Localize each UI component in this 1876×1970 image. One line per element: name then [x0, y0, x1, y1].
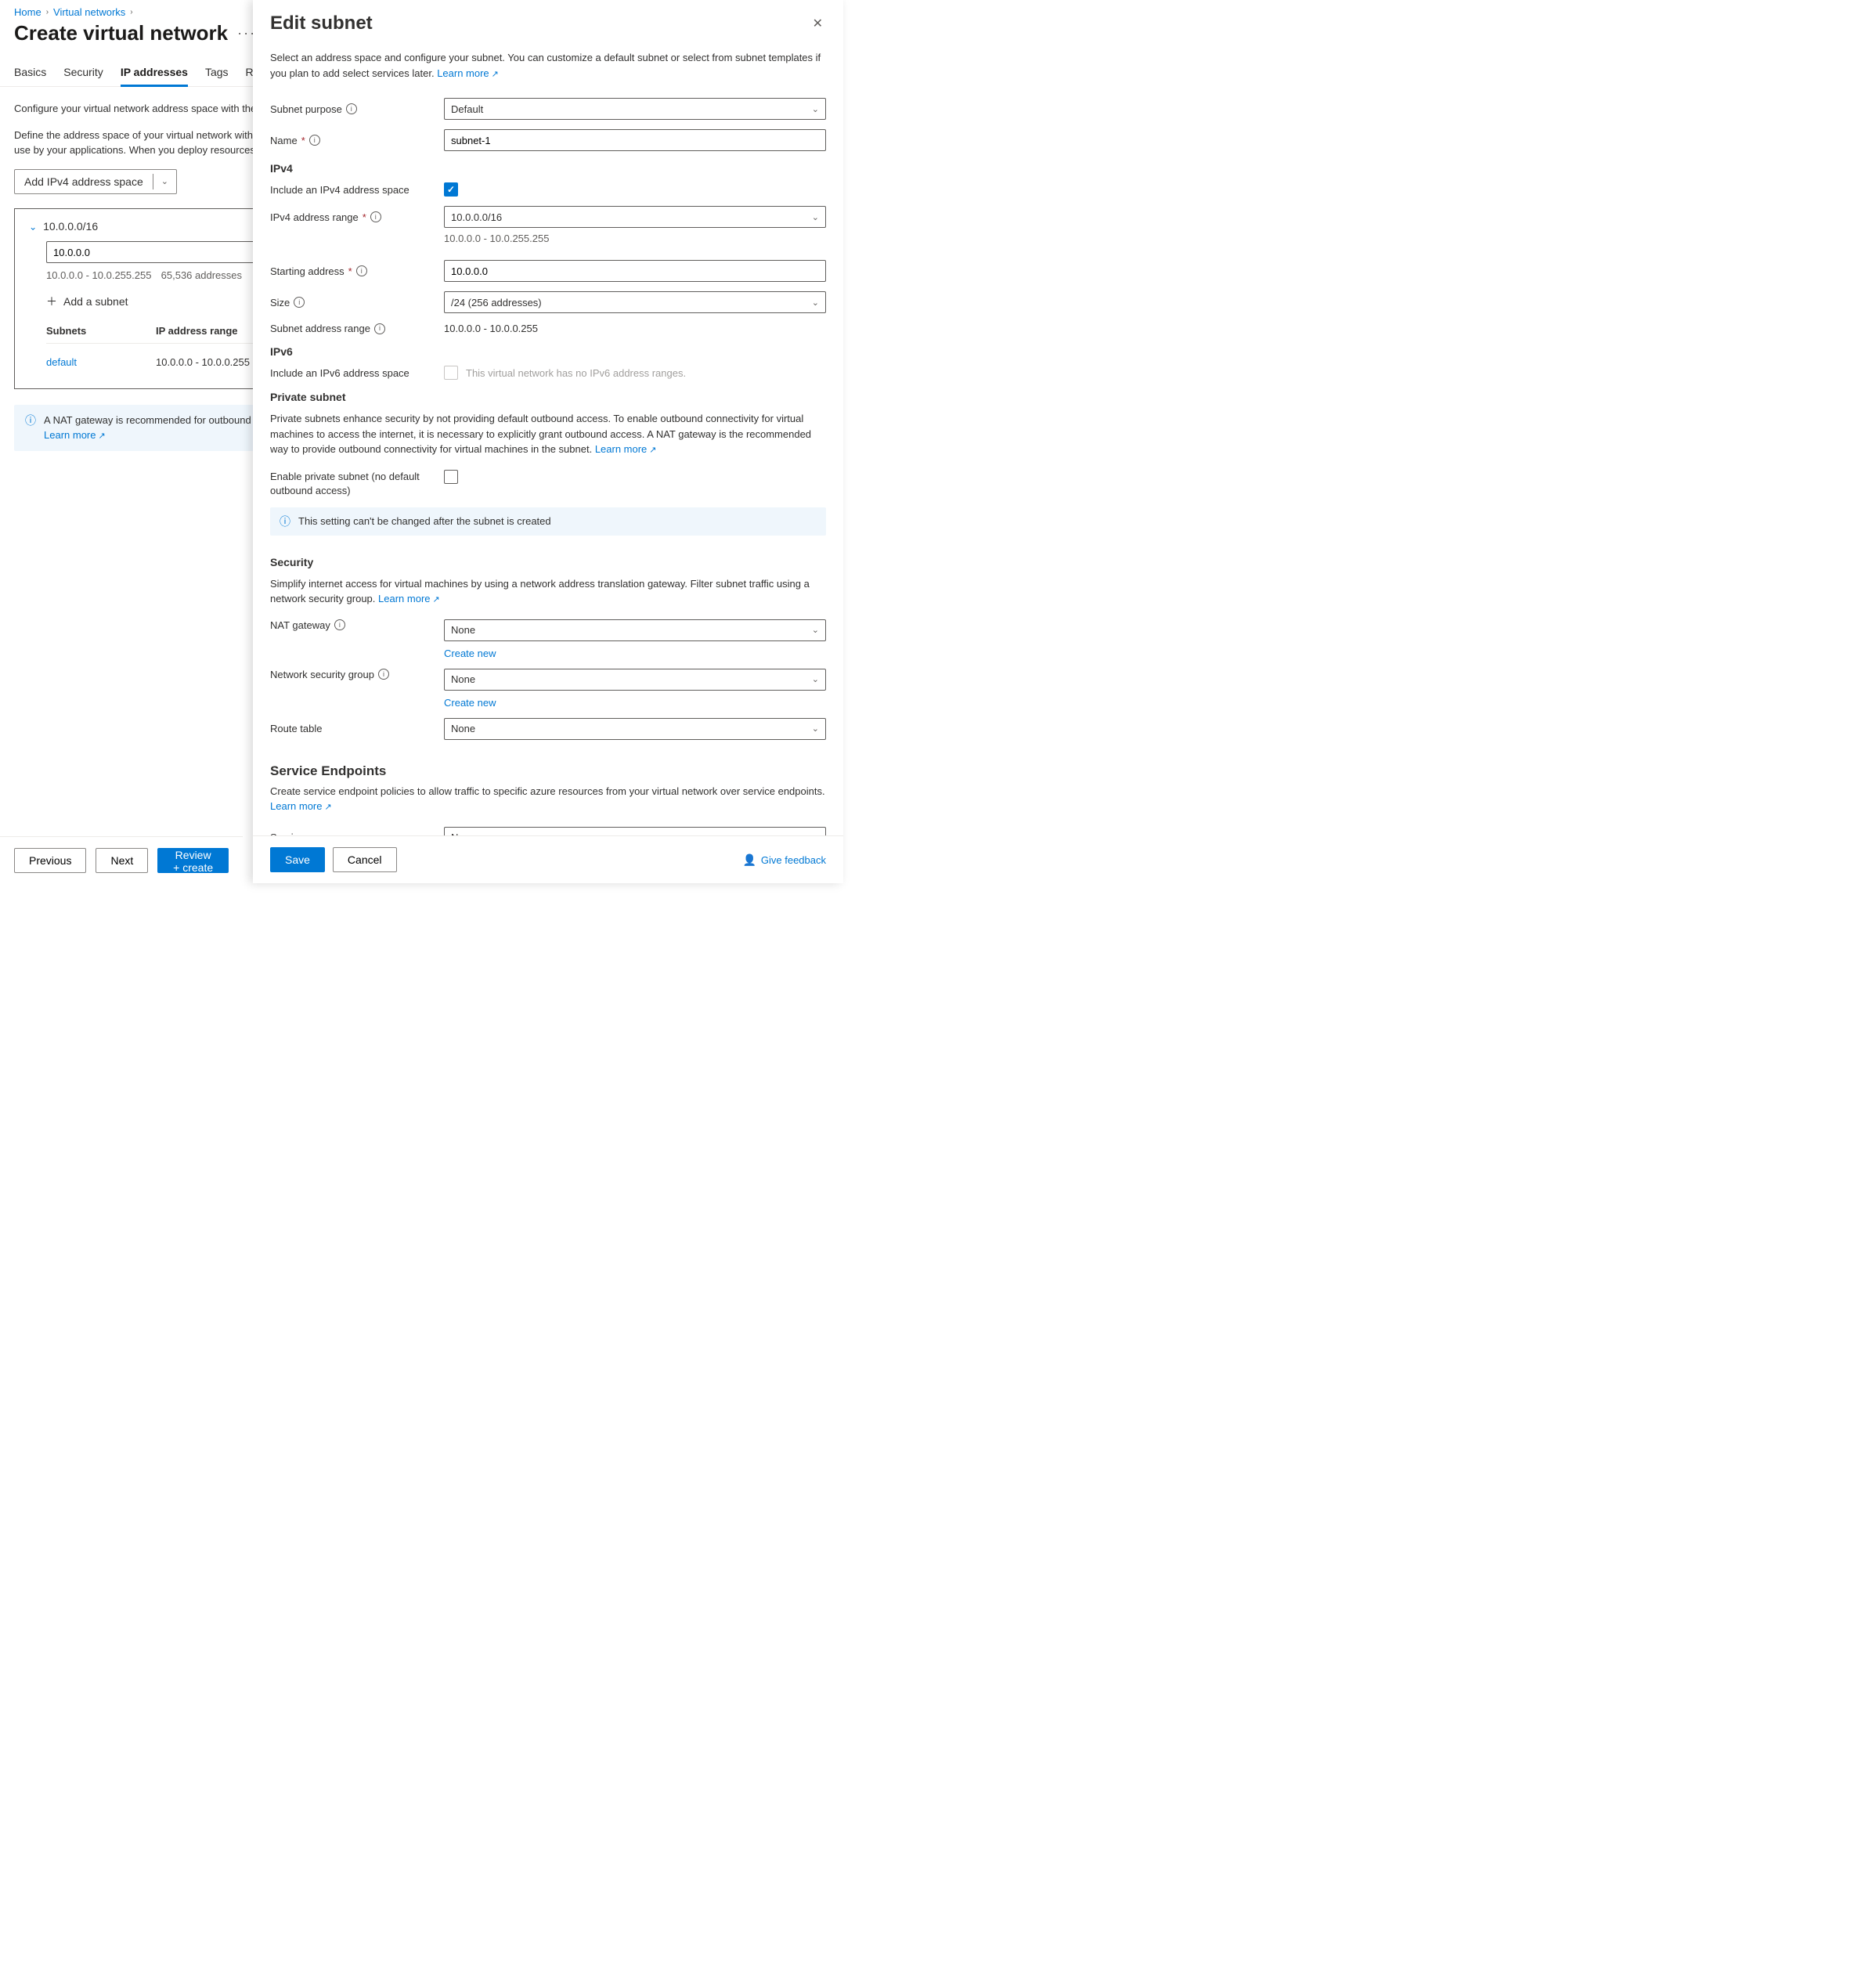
next-button[interactable]: Next: [96, 848, 148, 873]
endpoints-heading: Service Endpoints: [270, 763, 826, 779]
add-ipv4-button[interactable]: Add IPv4 address space ⌄: [14, 169, 177, 194]
save-button[interactable]: Save: [270, 847, 325, 872]
chevron-down-icon: ⌄: [812, 674, 819, 684]
tab-ip-addresses[interactable]: IP addresses: [121, 60, 188, 86]
info-icon[interactable]: i: [378, 669, 389, 680]
tab-basics[interactable]: Basics: [14, 60, 46, 86]
label-route-table: Route table: [270, 723, 435, 734]
add-subnet-label: Add a subnet: [63, 295, 128, 308]
endpoints-learn-more-link[interactable]: Learn more: [270, 800, 332, 812]
subnet-range-value: 10.0.0.0 - 10.0.0.255: [444, 323, 826, 334]
previous-button[interactable]: Previous: [14, 848, 86, 873]
address-space-title: 10.0.0.0/16: [43, 220, 98, 233]
review-create-button[interactable]: Review + create: [157, 848, 229, 873]
panel-intro: Select an address space and configure yo…: [270, 50, 826, 81]
ip-count-text: 65,536 addresses: [161, 269, 242, 281]
th-subnets: Subnets: [46, 325, 156, 337]
panel-title: Edit subnet: [270, 13, 373, 34]
info-icon: ⓘ: [280, 514, 290, 529]
label-nsg: Network security group: [270, 669, 374, 680]
label-ipv4-range: IPv4 address range: [270, 211, 359, 223]
feedback-icon: 👤: [742, 853, 756, 867]
ipv4-range-helper: 10.0.0.0 - 10.0.255.255: [444, 233, 826, 244]
ipv4-heading: IPv4: [270, 162, 826, 175]
label-enable-private: Enable private subnet (no default outbou…: [270, 470, 435, 498]
page-title: Create virtual network: [14, 21, 228, 45]
info-icon[interactable]: i: [374, 323, 385, 334]
chevron-down-icon: ⌄: [812, 104, 819, 114]
size-select[interactable]: /24 (256 addresses)⌄: [444, 291, 826, 313]
info-icon[interactable]: i: [334, 619, 345, 630]
security-heading: Security: [270, 556, 826, 568]
services-select[interactable]: None⌄: [444, 827, 826, 835]
info-icon[interactable]: i: [370, 211, 381, 222]
subnet-purpose-select[interactable]: Default⌄: [444, 98, 826, 120]
close-icon[interactable]: ✕: [810, 13, 826, 34]
private-banner-text: This setting can't be changed after the …: [298, 515, 551, 527]
tab-tags[interactable]: Tags: [205, 60, 229, 86]
chevron-down-icon: ⌄: [812, 212, 819, 222]
ipv6-disabled-text: This virtual network has no IPv6 address…: [466, 367, 686, 379]
private-learn-more-link[interactable]: Learn more: [595, 443, 657, 455]
info-icon[interactable]: i: [309, 135, 320, 146]
chevron-right-icon: ›: [46, 8, 49, 16]
info-icon: ⓘ: [25, 413, 36, 429]
label-nat-gateway: NAT gateway: [270, 619, 330, 631]
ipv6-heading: IPv6: [270, 345, 826, 358]
plus-icon: ＋: [46, 294, 57, 309]
private-subnet-heading: Private subnet: [270, 391, 826, 403]
breadcrumb-home[interactable]: Home: [14, 6, 41, 18]
private-subnet-desc: Private subnets enhance security by not …: [270, 411, 826, 457]
info-icon[interactable]: i: [346, 103, 357, 114]
route-table-select[interactable]: None⌄: [444, 718, 826, 740]
chevron-down-icon: ⌄: [812, 723, 819, 734]
nat-gateway-select[interactable]: None⌄: [444, 619, 826, 641]
security-learn-more-link[interactable]: Learn more: [378, 593, 440, 604]
nat-create-new-link[interactable]: Create new: [444, 648, 826, 659]
tab-security[interactable]: Security: [63, 60, 103, 86]
nsg-create-new-link[interactable]: Create new: [444, 697, 826, 709]
nat-learn-more-link[interactable]: Learn more: [44, 429, 106, 441]
chevron-up-icon[interactable]: ⌃: [29, 221, 37, 232]
enable-private-checkbox[interactable]: [444, 470, 458, 484]
panel-footer: Save Cancel 👤 Give feedback: [253, 835, 843, 883]
label-size: Size: [270, 297, 290, 308]
feedback-label: Give feedback: [761, 854, 826, 866]
label-starting-address: Starting address: [270, 265, 345, 277]
chevron-down-icon: ⌄: [812, 298, 819, 308]
add-ipv4-label: Add IPv4 address space: [15, 175, 153, 188]
label-include-ipv4: Include an IPv4 address space: [270, 184, 435, 196]
label-name: Name: [270, 135, 298, 146]
info-icon[interactable]: i: [294, 297, 305, 308]
info-icon[interactable]: i: [356, 265, 367, 276]
chevron-down-icon: ⌄: [812, 625, 819, 635]
include-ipv4-checkbox[interactable]: [444, 182, 458, 197]
label-subnet-range: Subnet address range: [270, 323, 370, 334]
security-desc: Simplify internet access for virtual mac…: [270, 576, 826, 607]
nsg-select[interactable]: None⌄: [444, 669, 826, 691]
starting-address-input[interactable]: [444, 260, 826, 282]
label-include-ipv6: Include an IPv6 address space: [270, 367, 435, 379]
ip-range-text: 10.0.0.0 - 10.0.255.255: [46, 269, 151, 281]
chevron-right-icon: ›: [130, 8, 132, 16]
edit-subnet-panel: Edit subnet ✕ Select an address space an…: [253, 0, 843, 883]
wizard-footer: Previous Next Review + create: [0, 836, 243, 883]
chevron-down-icon[interactable]: ⌄: [153, 176, 176, 186]
label-subnet-purpose: Subnet purpose: [270, 103, 342, 115]
give-feedback-link[interactable]: 👤 Give feedback: [742, 853, 826, 867]
private-info-banner: ⓘ This setting can't be changed after th…: [270, 507, 826, 536]
subnet-name-link[interactable]: default: [46, 356, 156, 368]
cancel-button[interactable]: Cancel: [333, 847, 397, 872]
breadcrumb-vnets[interactable]: Virtual networks: [53, 6, 125, 18]
include-ipv6-checkbox: [444, 366, 458, 380]
panel-learn-more-link[interactable]: Learn more: [437, 67, 499, 79]
endpoints-desc: Create service endpoint policies to allo…: [270, 784, 826, 814]
ipv4-range-select[interactable]: 10.0.0.0/16⌄: [444, 206, 826, 228]
name-input[interactable]: [444, 129, 826, 151]
